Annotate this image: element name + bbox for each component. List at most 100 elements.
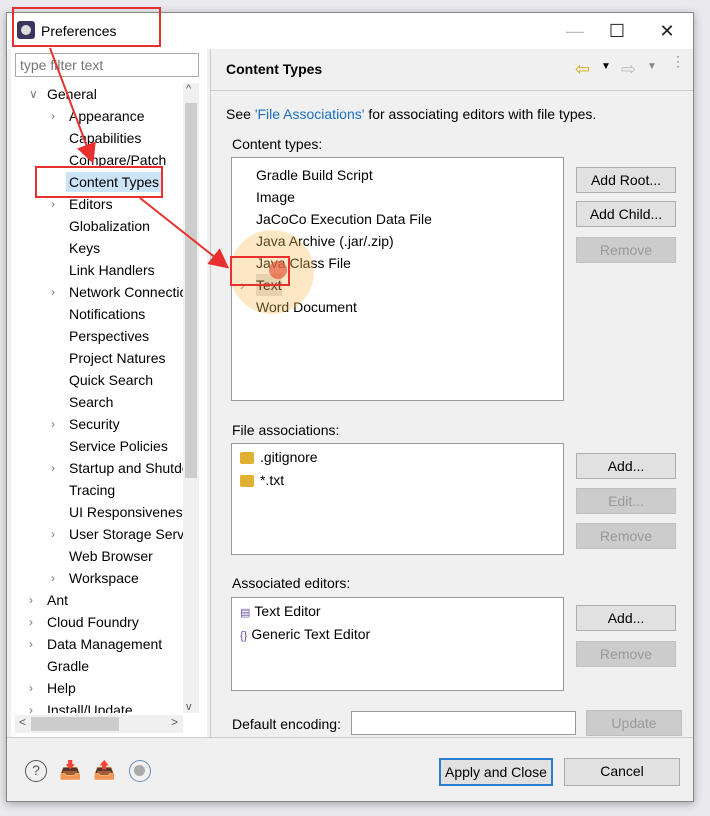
tree-item[interactable]: › Ant — [29, 589, 71, 611]
export-icon[interactable]: 📤 — [93, 760, 115, 782]
tree-item[interactable]: › Editors — [51, 193, 116, 215]
tree-item[interactable]: Perspectives — [51, 325, 152, 347]
file-associations-link[interactable]: 'File Associations' — [255, 106, 365, 122]
cancel-button[interactable]: Cancel — [564, 758, 680, 786]
tree-item-label: Compare/Patch — [69, 152, 167, 168]
content-type-item[interactable]: Java Class File — [256, 252, 351, 274]
tree-item[interactable]: › Install/Update — [29, 699, 136, 713]
tree-item[interactable]: Gradle — [29, 655, 92, 677]
file-association-item[interactable]: *.txt — [238, 469, 284, 491]
scroll-left-icon[interactable]: < — [19, 715, 26, 729]
chevron-right-icon[interactable]: › — [240, 274, 245, 296]
tree-item[interactable]: Compare/Patch — [51, 149, 169, 171]
add-child-button[interactable]: Add Child... — [576, 201, 676, 227]
tree-item[interactable]: Project Natures — [51, 347, 168, 369]
content-type-item[interactable]: Image — [256, 186, 295, 208]
tree-item[interactable]: Link Handlers — [51, 259, 158, 281]
preferences-nav: ∨ General › Appearance Capabilities Compare/P… — [11, 49, 207, 737]
maximize-button[interactable]: ☐ — [597, 17, 637, 45]
file-association-item[interactable]: .gitignore — [238, 446, 318, 468]
chevron-right-icon[interactable]: › — [51, 105, 63, 127]
tree-item[interactable]: Quick Search — [51, 369, 156, 391]
tree-item-label: UI Responsiveness — [69, 504, 183, 520]
chevron-right-icon[interactable]: › — [29, 589, 41, 611]
chevron-right-icon[interactable]: › — [29, 611, 41, 633]
editor-item[interactable]: {} Generic Text Editor — [240, 623, 370, 645]
tree-item-label: Capabilities — [69, 130, 142, 146]
tree-item[interactable]: Content Types — [51, 171, 163, 193]
tree-item[interactable]: › Cloud Foundry — [29, 611, 142, 633]
file-associations-label: File associations: — [232, 422, 340, 438]
filter-input[interactable] — [15, 53, 199, 77]
tree-item[interactable]: › Help — [29, 677, 79, 699]
associated-editors-list[interactable]: ▤ Text Editor{} Generic Text Editor — [231, 597, 564, 691]
remove-content-type-button[interactable]: Remove — [576, 237, 676, 263]
view-menu-icon[interactable]: ⋮ — [671, 54, 685, 68]
forward-arrow-icon[interactable]: ⇨ — [621, 59, 636, 80]
edit-file-association-button[interactable]: Edit... — [576, 488, 676, 514]
tree-item[interactable]: Capabilities — [51, 127, 144, 149]
close-button[interactable]: ✕ — [647, 17, 687, 45]
tree-item[interactable]: Service Policies — [51, 435, 171, 457]
back-arrow-icon[interactable]: ⇦ — [575, 59, 590, 80]
page-header: Content Types ⇦ ▼ ⇨ ▼ ⋮ — [211, 49, 693, 91]
remove-file-association-button[interactable]: Remove — [576, 523, 676, 549]
tree-item[interactable]: Tracing — [51, 479, 118, 501]
chevron-right-icon[interactable]: › — [29, 633, 41, 655]
scroll-down-icon[interactable]: v — [186, 701, 192, 713]
tree-item[interactable]: › Data Management — [29, 633, 165, 655]
chevron-right-icon[interactable]: › — [51, 281, 63, 303]
content-type-item[interactable]: Word Document — [256, 296, 357, 318]
file-associations-list[interactable]: .gitignore *.txt — [231, 443, 564, 555]
import-icon[interactable]: 📥 — [59, 760, 81, 782]
tree-item[interactable]: ∨ General — [29, 83, 100, 105]
file-association-label: *.txt — [260, 472, 285, 488]
chevron-right-icon[interactable]: › — [51, 523, 63, 545]
tree-horizontal-scrollbar[interactable]: < > — [15, 715, 183, 733]
scroll-thumb[interactable] — [185, 103, 197, 478]
content-types-label: Content types: — [232, 136, 323, 152]
chevron-right-icon[interactable]: › — [51, 567, 63, 589]
chevron-down-icon[interactable]: ∨ — [29, 83, 41, 105]
tree-item[interactable]: Notifications — [51, 303, 148, 325]
add-editor-button[interactable]: Add... — [576, 605, 676, 631]
tree-item[interactable]: Keys — [51, 237, 103, 259]
apply-and-close-button[interactable]: Apply and Close — [439, 758, 553, 786]
content-type-item[interactable]: JaCoCo Execution Data File — [256, 208, 432, 230]
minimize-button[interactable]: — — [555, 17, 595, 45]
chevron-right-icon[interactable]: › — [29, 699, 41, 713]
scroll-right-icon[interactable]: > — [171, 715, 178, 729]
chevron-right-icon[interactable]: › — [51, 193, 63, 215]
record-icon[interactable] — [129, 760, 151, 782]
content-type-item[interactable]: Gradle Build Script — [256, 164, 373, 186]
tree-item[interactable]: › Network Connections — [51, 281, 183, 303]
content-type-item[interactable]: Text — [256, 274, 282, 296]
tree-item-label: Cloud Foundry — [47, 614, 139, 630]
update-button[interactable]: Update — [586, 710, 682, 736]
tree-item[interactable]: Globalization — [51, 215, 153, 237]
content-types-list[interactable]: Gradle Build Script Image JaCoCo Execution… — [231, 157, 564, 401]
content-type-item[interactable]: Java Archive (.jar/.zip) — [256, 230, 394, 252]
help-icon[interactable]: ? — [25, 760, 47, 782]
chevron-right-icon[interactable]: › — [51, 413, 63, 435]
tree-item[interactable]: Web Browser — [51, 545, 156, 567]
tree-item[interactable]: › Appearance — [51, 105, 148, 127]
add-file-association-button[interactable]: Add... — [576, 453, 676, 479]
hscroll-thumb[interactable] — [31, 717, 119, 731]
editor-item[interactable]: ▤ Text Editor — [240, 600, 321, 622]
tree-item[interactable]: UI Responsiveness — [51, 501, 183, 523]
tree-item[interactable]: › Workspace — [51, 567, 142, 589]
add-root-button[interactable]: Add Root... — [576, 167, 676, 193]
chevron-right-icon[interactable]: › — [29, 677, 41, 699]
chevron-right-icon[interactable]: › — [51, 457, 63, 479]
tree-vertical-scrollbar[interactable]: ^ v — [183, 83, 199, 713]
remove-editor-button[interactable]: Remove — [576, 641, 676, 667]
default-encoding-input[interactable] — [351, 711, 576, 735]
forward-menu-icon[interactable]: ▼ — [647, 61, 657, 72]
tree-item[interactable]: › User Storage Service — [51, 523, 183, 545]
tree-item[interactable]: Search — [51, 391, 116, 413]
tree-item[interactable]: › Security — [51, 413, 123, 435]
scroll-up-icon[interactable]: ^ — [186, 83, 191, 95]
tree-item[interactable]: › Startup and Shutdown — [51, 457, 183, 479]
back-menu-icon[interactable]: ▼ — [601, 61, 611, 72]
